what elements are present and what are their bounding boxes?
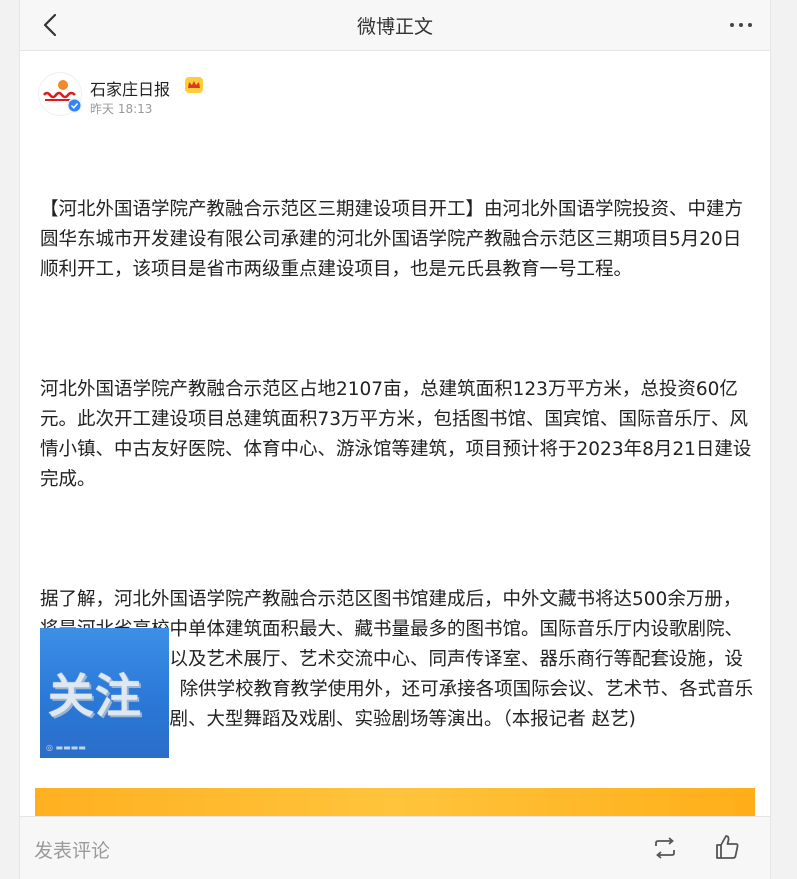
verified-icon: [67, 98, 82, 113]
more-dots-icon[interactable]: [726, 10, 756, 40]
page-title: 微博正文: [356, 16, 433, 38]
promo-banner[interactable]: [35, 788, 755, 816]
author-name[interactable]: 石家庄日报: [90, 76, 170, 100]
post-paragraph: 河北外国语学院产教融合示范区占地2107亩，总建筑面积123万平方米，总投资60…: [40, 379, 752, 490]
post-paragraph: 【河北外国语学院产教融合示范区三期建设项目开工】由河北外国语学院投资、中建方圆华…: [40, 199, 744, 280]
comment-input[interactable]: 发表评论: [34, 836, 110, 863]
weibo-detail-page: 微博正文 石家庄日报 昨天 18:13 【河北外国语学院产教融合示范区三期建设项…: [20, 0, 770, 879]
post-image[interactable]: 关注 ◎ ▬▬▬▬: [40, 628, 169, 758]
post-image-text: 关注: [48, 669, 142, 723]
image-watermark-icon: ◎ ▬▬▬▬: [46, 743, 86, 752]
bottom-action-bar: 发表评论: [20, 816, 770, 879]
post-time: 昨天 18:13: [90, 102, 153, 116]
top-navigation-bar: 微博正文: [20, 0, 770, 51]
repost-icon[interactable]: [650, 833, 680, 863]
crown-icon: [184, 76, 204, 94]
thumbs-up-icon[interactable]: [712, 832, 742, 862]
